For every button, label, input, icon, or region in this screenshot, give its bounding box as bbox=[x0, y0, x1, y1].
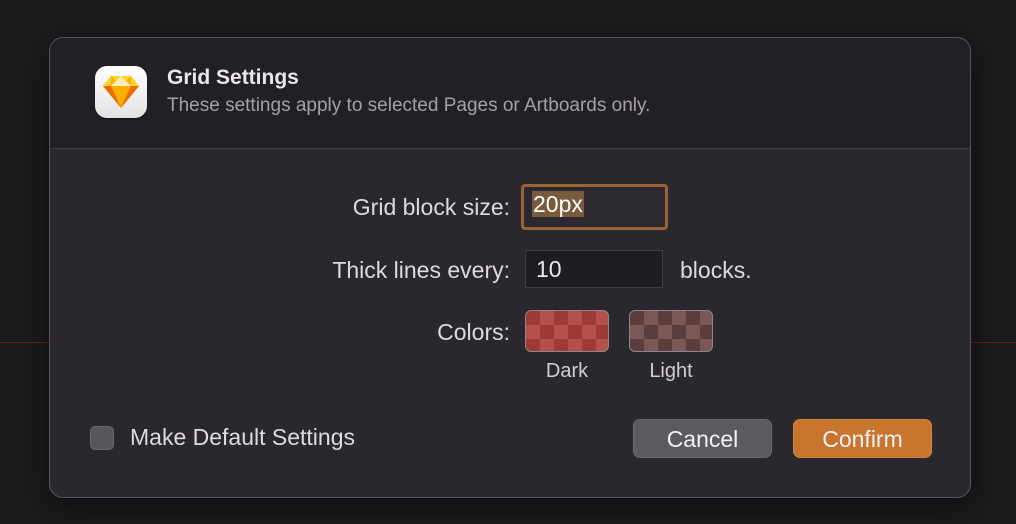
make-default-checkbox[interactable] bbox=[90, 426, 114, 450]
cancel-button[interactable]: Cancel bbox=[633, 419, 772, 458]
thick-lines-input[interactable]: 10 bbox=[525, 250, 663, 288]
grid-block-size-value: 20px bbox=[532, 191, 584, 217]
dialog-header: Grid Settings These settings apply to se… bbox=[50, 38, 970, 149]
thick-lines-suffix: blocks. bbox=[680, 257, 752, 283]
dialog-title: Grid Settings bbox=[167, 66, 299, 89]
grid-block-size-label: Grid block size: bbox=[352, 194, 510, 220]
confirm-button[interactable]: Confirm bbox=[793, 419, 932, 458]
grid-block-size-input[interactable]: 20px bbox=[521, 184, 668, 230]
light-color-swatch[interactable] bbox=[629, 310, 713, 352]
make-default-label[interactable]: Make Default Settings bbox=[130, 424, 355, 451]
grid-settings-dialog: Grid Settings These settings apply to se… bbox=[49, 37, 971, 498]
thick-lines-label: Thick lines every: bbox=[332, 257, 510, 283]
colors-label: Colors: bbox=[437, 319, 510, 345]
sketch-app-icon bbox=[95, 66, 147, 118]
dark-swatch-label: Dark bbox=[545, 360, 589, 382]
dark-color-swatch[interactable] bbox=[525, 310, 609, 352]
light-swatch-label: Light bbox=[649, 360, 693, 382]
dialog-subtitle: These settings apply to selected Pages o… bbox=[167, 95, 651, 116]
